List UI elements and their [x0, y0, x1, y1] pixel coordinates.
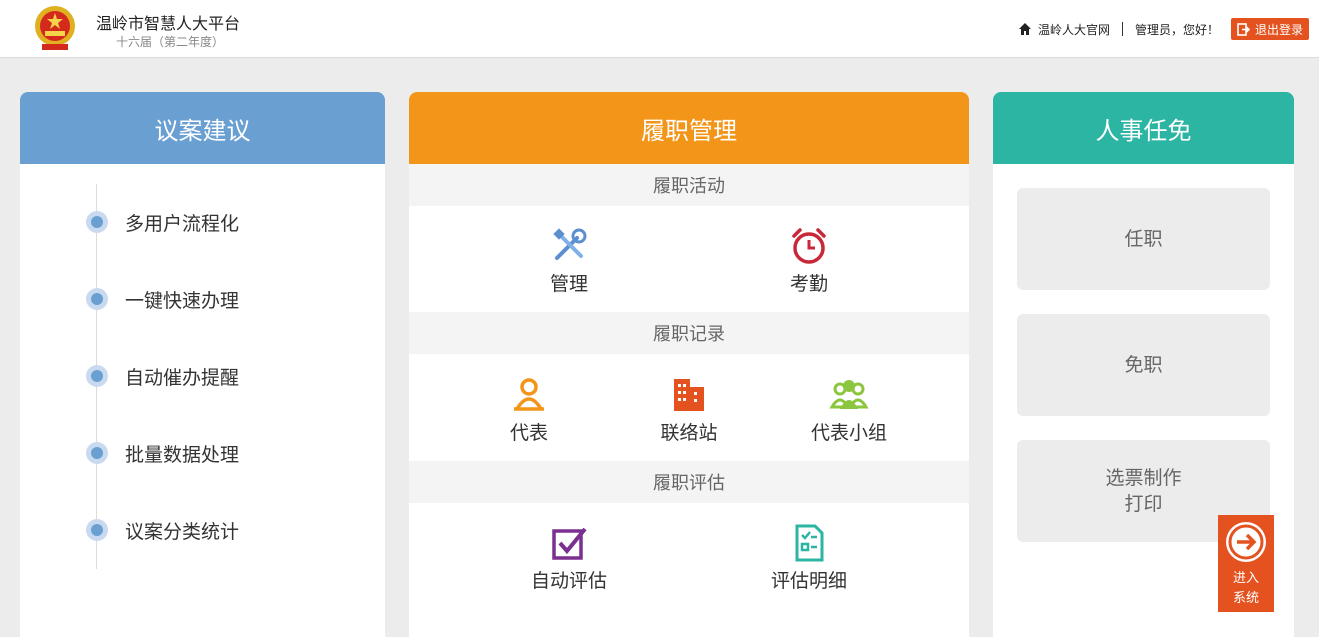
national-emblem-icon	[35, 6, 75, 50]
appoint-label: 任职	[1124, 228, 1163, 250]
list-item[interactable]: 多用户流程化	[20, 207, 385, 237]
section-title-evaluation: 履职评估	[409, 461, 969, 503]
tile-label: 自动评估	[530, 570, 607, 592]
person-icon	[514, 378, 544, 411]
tile-label: 考勤	[789, 273, 828, 295]
home-icon[interactable]	[1018, 22, 1032, 36]
list-item-label: 自动催办提醒	[125, 367, 240, 389]
building-icon	[674, 379, 704, 411]
tile-label: 管理	[549, 273, 588, 295]
timeline-dot-icon	[86, 211, 108, 233]
enter-label-line2: 系统	[1232, 591, 1259, 606]
arrow-right-circle-icon	[1226, 522, 1266, 562]
duty-panel-title[interactable]: 履职管理	[409, 92, 969, 164]
tile-deputy[interactable]: 代表	[469, 375, 589, 445]
logout-label: 退出登录	[1254, 22, 1303, 37]
app-title: 温岭市智慧人大平台	[96, 14, 241, 33]
top-header: 温岭市智慧人大平台 十六届（第二年度） 温岭人大官网 管理员，您好！ 退出登录	[0, 0, 1319, 58]
list-item[interactable]: 一键快速办理	[20, 284, 385, 314]
alarm-clock-icon	[792, 228, 826, 264]
list-item-label: 批量数据处理	[125, 444, 240, 466]
header-divider	[1121, 22, 1123, 36]
logout-icon	[1237, 22, 1250, 36]
tile-liaison-station[interactable]: 联络站	[629, 375, 749, 445]
group-icon	[829, 380, 869, 409]
tile-label: 评估明细	[770, 570, 847, 592]
user-greeting: 管理员，您好！	[1134, 22, 1219, 37]
proposal-panel: 议案建议 多用户流程化 一键快速办理 自动催办提醒 批量数据处理 议案分类统计	[20, 92, 385, 637]
dismiss-label: 免职	[1124, 354, 1163, 376]
personnel-panel-title[interactable]: 人事任免	[993, 92, 1294, 164]
timeline-dot-icon	[86, 288, 108, 310]
tile-manage[interactable]: 管理	[509, 226, 629, 296]
section-title-activities: 履职活动	[409, 164, 969, 206]
list-item[interactable]: 自动催办提醒	[20, 361, 385, 391]
ballot-label-line1: 选票制作	[1105, 467, 1182, 489]
logout-button[interactable]: 退出登录	[1230, 18, 1309, 40]
section-title-records: 履职记录	[409, 312, 969, 354]
dismiss-button[interactable]: 免职	[1017, 314, 1270, 416]
official-site-link[interactable]: 温岭人大官网	[1038, 21, 1110, 38]
tools-icon	[553, 228, 587, 260]
list-item-label: 一键快速办理	[125, 290, 240, 312]
tile-attendance[interactable]: 考勤	[749, 226, 869, 296]
timeline-dot-icon	[86, 519, 108, 541]
tile-label: 联络站	[660, 422, 718, 444]
app-subtitle: 十六届（第二年度）	[116, 35, 225, 49]
header-right: 温岭人大官网 管理员，您好！ 退出登录	[1018, 18, 1309, 40]
enter-system-button[interactable]: 进入 系统	[1218, 515, 1274, 612]
timeline-dot-icon	[86, 365, 108, 387]
list-item[interactable]: 批量数据处理	[20, 438, 385, 468]
tile-auto-evaluate[interactable]: 自动评估	[509, 523, 629, 593]
proposal-panel-title[interactable]: 议案建议	[20, 92, 385, 164]
tile-deputy-group[interactable]: 代表小组	[789, 375, 909, 445]
list-item[interactable]: 议案分类统计	[20, 515, 385, 545]
tile-evaluation-detail[interactable]: 评估明细	[749, 523, 869, 593]
ballot-label-line2: 打印	[1124, 493, 1163, 515]
duty-panel: 履职管理 履职活动 管理 考勤 履职记录 代表 联络站 代表小组 履职评估 自动…	[409, 92, 969, 637]
checklist-document-icon	[795, 524, 824, 562]
appoint-button[interactable]: 任职	[1017, 188, 1270, 290]
list-item-label: 多用户流程化	[125, 213, 240, 235]
list-item-label: 议案分类统计	[125, 521, 240, 543]
enter-label-line1: 进入	[1232, 571, 1259, 586]
tile-label: 代表小组	[810, 422, 887, 444]
timeline-dot-icon	[86, 442, 108, 464]
checkbox-icon	[552, 527, 587, 560]
tile-label: 代表	[509, 422, 548, 444]
